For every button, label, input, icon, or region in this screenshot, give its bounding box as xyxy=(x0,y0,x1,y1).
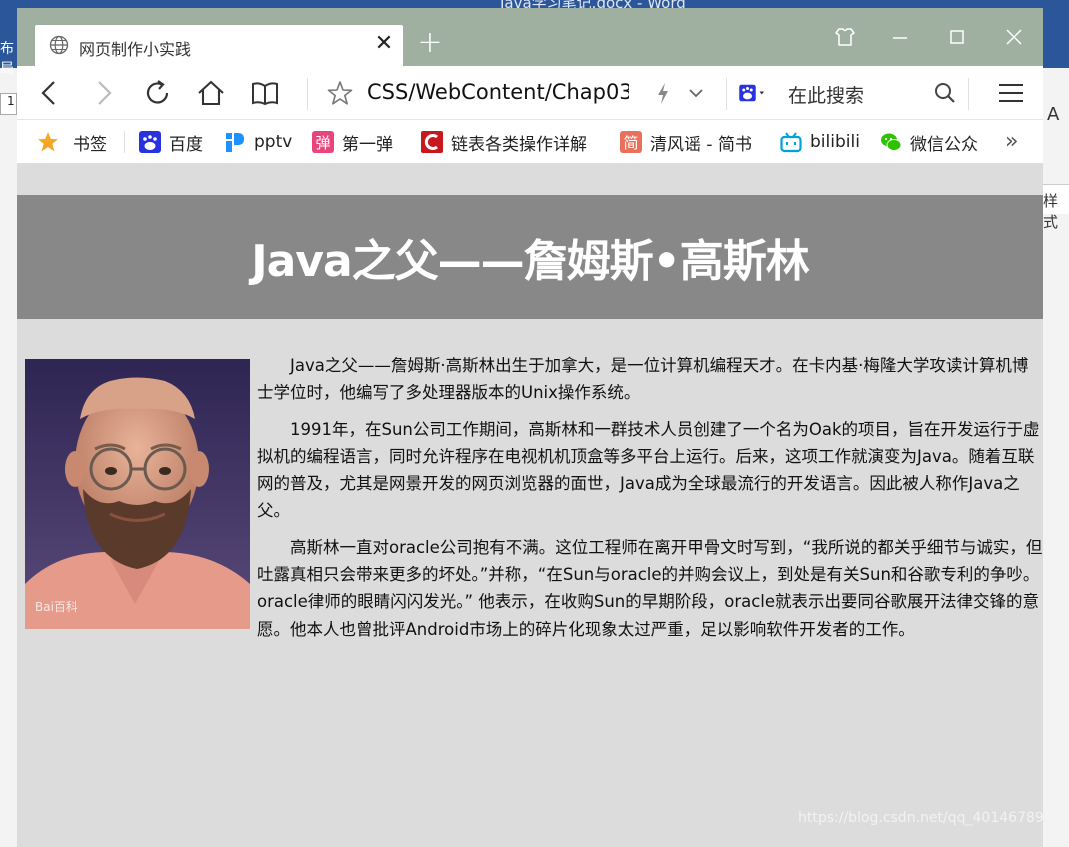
address-bar-input[interactable]: CSS/WebContent/Chap03/ xyxy=(367,80,629,104)
favorite-star-icon[interactable] xyxy=(325,78,355,108)
home-icon[interactable] xyxy=(196,78,226,108)
browser-toolbar: CSS/WebContent/Chap03/ 在此搜索 xyxy=(17,66,1043,120)
web-page: Java之父——詹姆斯•高斯林 Bai百科 Java之父——詹姆斯·高斯林出生于… xyxy=(17,164,1043,847)
bookmark-divider xyxy=(124,131,125,153)
toolbar-divider xyxy=(968,78,969,110)
bookmark-label: 百度 xyxy=(169,134,203,155)
csdn-icon xyxy=(421,131,443,153)
jianshu-icon: 简 xyxy=(620,131,642,153)
skin-icon[interactable] xyxy=(830,24,860,50)
star-icon xyxy=(38,132,58,152)
refresh-icon[interactable] xyxy=(143,78,173,108)
bookmarks-overflow-icon[interactable]: » xyxy=(1005,129,1018,154)
bookmark-item[interactable]: 弹 第一弹 xyxy=(312,130,393,155)
bookmark-label: bilibili xyxy=(810,132,860,152)
bookmark-label: 第一弹 xyxy=(342,134,393,155)
browser-window: 网页制作小实践 ✕ + CSS/WebContent/Chap03/ 在此搜索 … xyxy=(17,8,1043,847)
bookmark-label: 清风谣 - 简书 xyxy=(650,134,752,155)
baidu-icon xyxy=(139,131,161,153)
bookmark-item[interactable]: 百度 xyxy=(139,130,203,155)
tab-close-icon[interactable]: ✕ xyxy=(373,33,395,55)
maximize-icon[interactable] xyxy=(942,24,972,50)
article-body: Java之父——詹姆斯·高斯林出生于加拿大，是一位计算机编程天才。在卡内基·梅隆… xyxy=(17,352,1043,652)
browser-tab-active[interactable]: 网页制作小实践 ✕ xyxy=(35,25,403,66)
wechat-icon xyxy=(881,133,902,151)
bookmark-item[interactable]: 微信公众 xyxy=(880,130,986,155)
background-word-right-edge: A 样式 xyxy=(1043,8,1069,847)
tab-title: 网页制作小实践 xyxy=(79,40,192,59)
svg-text:简: 简 xyxy=(623,134,638,152)
page-title: Java之父——詹姆斯•高斯林 xyxy=(251,236,810,287)
close-window-icon[interactable] xyxy=(999,24,1029,50)
forward-icon[interactable] xyxy=(89,78,119,108)
bookmarks-bar: 书签 百度 pptv 弹 第一弹 链表各类操作详解 简 清风谣 - 简书 bil… xyxy=(17,120,1043,164)
toolbar-divider xyxy=(307,78,308,110)
pptv-icon xyxy=(226,133,244,152)
bookmark-item[interactable]: bilibili xyxy=(780,130,860,154)
background-word-left-edge: 布局 1 xyxy=(0,8,17,847)
background-word-style-label: 样式 xyxy=(1043,184,1069,231)
bookmark-label: 链表各类操作详解 xyxy=(451,134,587,155)
toolbar-divider xyxy=(726,78,727,110)
bookmark-item[interactable]: 简 清风谣 - 简书 xyxy=(620,130,752,155)
background-word-input: 1 xyxy=(0,93,17,115)
search-icon[interactable] xyxy=(930,78,960,108)
svg-text:弹: 弹 xyxy=(315,134,330,152)
bookmark-label: 书签 xyxy=(73,134,107,155)
background-word-font-letter: A xyxy=(1047,104,1060,125)
bookmark-item[interactable]: 链表各类操作详解 xyxy=(421,130,596,155)
chevron-down-icon[interactable] xyxy=(681,78,711,108)
lightning-icon[interactable] xyxy=(648,78,678,108)
back-icon[interactable] xyxy=(34,78,64,108)
search-input[interactable]: 在此搜索 xyxy=(788,81,864,108)
globe-icon xyxy=(49,35,69,55)
browser-titlebar: 网页制作小实践 ✕ + xyxy=(17,8,1043,66)
minimize-icon[interactable] xyxy=(885,24,915,50)
bookmark-label: 微信公众 xyxy=(910,134,978,155)
csdn-watermark: https://blog.csdn.net/qq_40146789 xyxy=(798,810,1044,826)
portrait-float-spacer xyxy=(17,352,257,630)
background-word-ribbon xyxy=(1043,8,1069,68)
bookmark-item[interactable]: pptv xyxy=(224,130,292,154)
reading-list-icon[interactable] xyxy=(250,78,280,108)
bookmark-label: pptv xyxy=(254,132,293,152)
danmu-icon: 弹 xyxy=(312,131,334,153)
bookmark-item[interactable]: 书签 xyxy=(37,130,107,155)
bilibili-icon xyxy=(780,132,802,153)
baidu-search-engine-icon[interactable] xyxy=(737,78,767,108)
page-banner: Java之父——詹姆斯•高斯林 xyxy=(17,195,1043,319)
menu-icon[interactable] xyxy=(996,78,1026,108)
new-tab-icon[interactable]: + xyxy=(417,28,443,58)
background-word-ribbon-label: 布局 xyxy=(0,8,17,77)
